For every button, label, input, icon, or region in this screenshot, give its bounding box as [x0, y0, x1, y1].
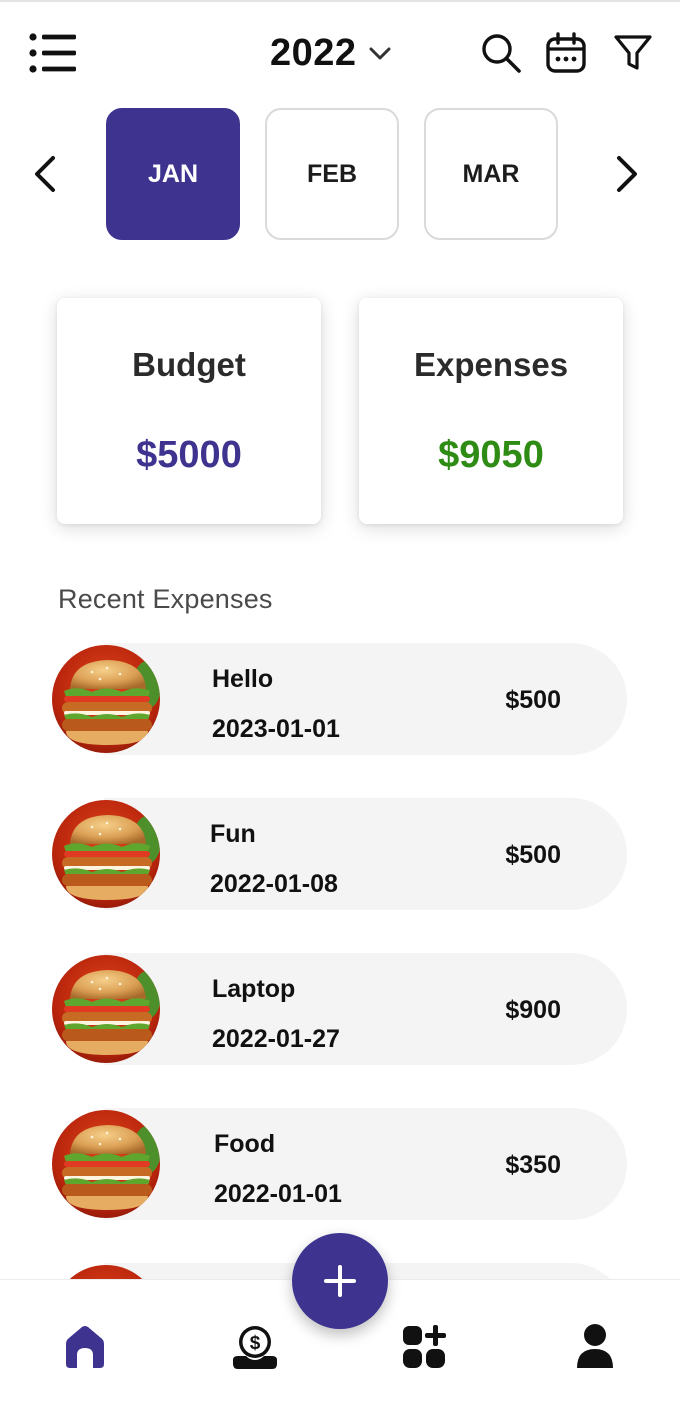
year-selector[interactable]: 2022	[270, 30, 393, 76]
expense-date: 2023-01-01	[212, 715, 340, 743]
burger-image	[52, 955, 160, 1063]
calendar-icon[interactable]	[545, 32, 587, 74]
expense-amount: $350	[505, 1151, 561, 1179]
expense-date: 2022-01-08	[210, 870, 338, 898]
expenses-value: $9050	[438, 434, 544, 476]
list-item[interactable]: Hello 2023-01-01 $500	[52, 643, 627, 755]
expense-name: Hello	[212, 665, 274, 693]
expense-name: Fun	[210, 820, 256, 848]
expense-name: Laptop	[212, 975, 296, 1003]
list-item[interactable]: Food 2022-01-01 $350	[52, 1108, 627, 1220]
list-item[interactable]: Laptop 2022-01-27 $900	[52, 953, 627, 1065]
recent-expenses-title: Recent Expenses	[58, 584, 273, 614]
apps-add-icon[interactable]	[400, 1322, 450, 1372]
chevron-down-icon	[369, 47, 391, 60]
plus-icon	[324, 1265, 356, 1297]
expense-date: 2022-01-27	[212, 1025, 340, 1053]
expense-amount: $900	[505, 996, 561, 1024]
budget-label: Budget	[132, 346, 246, 383]
burger-image	[52, 1110, 160, 1218]
expenses-label: Expenses	[413, 346, 569, 383]
profile-icon[interactable]	[570, 1322, 620, 1372]
add-expense-button[interactable]	[292, 1233, 388, 1329]
chevron-right-icon[interactable]	[606, 152, 646, 196]
month-selector: JAN FEB MAR	[0, 106, 680, 242]
burger-image	[52, 645, 160, 753]
expense-amount: $500	[505, 686, 561, 714]
filter-icon[interactable]	[612, 32, 654, 74]
money-icon[interactable]: $	[230, 1322, 280, 1372]
expense-amount: $500	[505, 841, 561, 869]
expense-name: Food	[214, 1130, 276, 1158]
search-icon[interactable]	[480, 32, 522, 74]
budget-value: $5000	[136, 434, 242, 476]
burger-image	[52, 800, 160, 908]
expenses-card[interactable]: Expenses $9050	[359, 298, 623, 524]
app-header: 2022	[0, 18, 680, 90]
budget-card[interactable]: Budget $5000	[57, 298, 321, 524]
month-mar[interactable]: MAR	[424, 108, 558, 240]
home-icon[interactable]	[60, 1322, 110, 1372]
expense-date: 2022-01-01	[214, 1180, 342, 1208]
list-item[interactable]: Fun 2022-01-08 $500	[52, 798, 627, 910]
chevron-left-icon[interactable]	[26, 152, 66, 196]
svg-text:$: $	[250, 1333, 261, 1354]
year-label: 2022	[270, 31, 357, 74]
menu-icon[interactable]	[28, 32, 78, 74]
status-divider	[0, 0, 680, 2]
month-feb[interactable]: FEB	[265, 108, 399, 240]
month-jan[interactable]: JAN	[106, 108, 240, 240]
